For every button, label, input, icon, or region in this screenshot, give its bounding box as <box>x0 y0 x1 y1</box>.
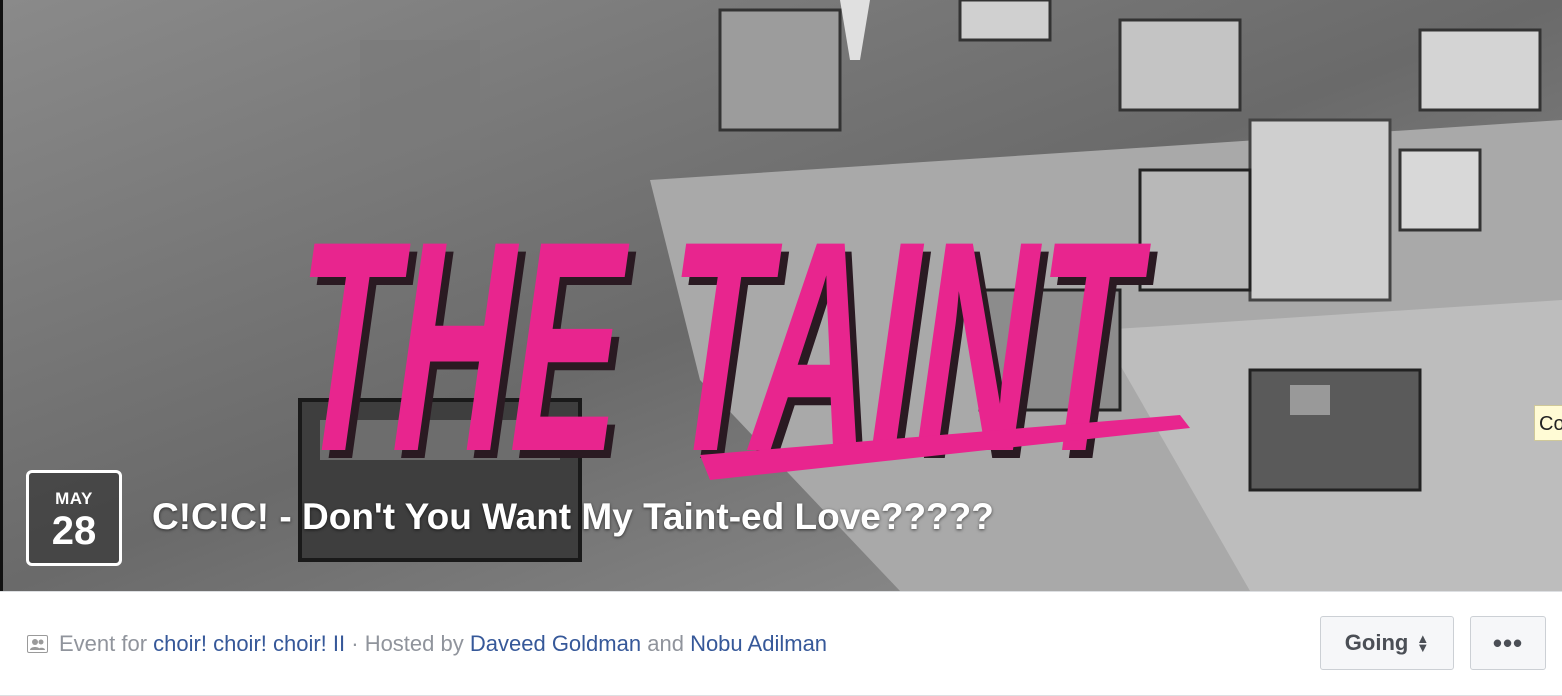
event-title: C!C!C! - Don't You Want My Taint-ed Love… <box>152 496 994 537</box>
host-link-1[interactable]: Daveed Goldman <box>470 631 641 656</box>
group-link[interactable]: choir! choir! choir! II <box>153 631 345 656</box>
going-button[interactable]: Going ▲ ▼ <box>1320 616 1454 670</box>
event-info-bar: Event for choir! choir! choir! II · Host… <box>0 591 1562 696</box>
and-label: and <box>647 631 684 656</box>
tooltip-peek: Co <box>1534 405 1562 441</box>
event-meta: Event for choir! choir! choir! II · Host… <box>27 631 827 657</box>
more-icon: ••• <box>1492 627 1524 658</box>
sort-arrows-icon: ▲ ▼ <box>1416 631 1430 655</box>
going-label: Going <box>1344 630 1409 655</box>
event-for-label: Event for <box>59 631 148 656</box>
hosted-by-label: · Hosted by <box>351 631 464 656</box>
host-link-2[interactable]: Nobu Adilman <box>690 631 827 656</box>
date-day: 28 <box>51 509 97 553</box>
cover-photo[interactable]: THE TAINT THE TAINT MAY 28 C!C!C! - Don'… <box>0 0 1562 591</box>
group-icon <box>27 635 48 653</box>
date-badge: MAY 28 <box>26 470 122 566</box>
more-options-button[interactable]: ••• <box>1470 616 1546 670</box>
cover-left-edge <box>0 0 3 591</box>
date-month: MAY <box>55 489 93 508</box>
